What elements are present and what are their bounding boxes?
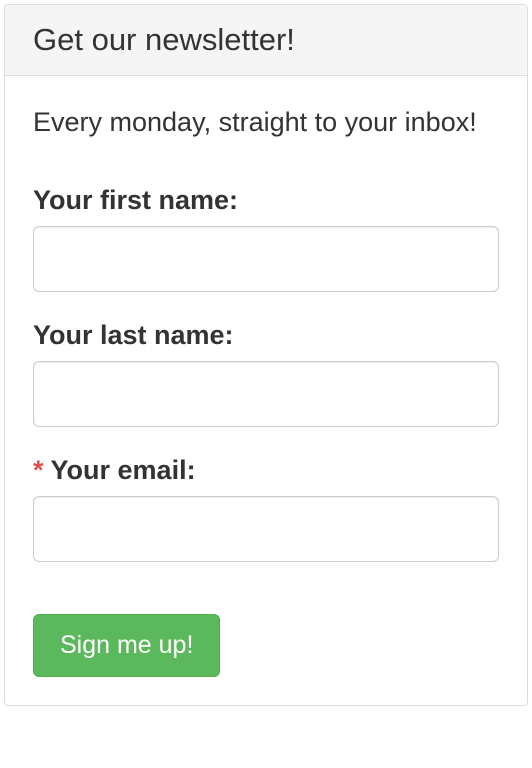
email-label-text: Your email: — [51, 455, 196, 485]
last-name-input[interactable] — [33, 361, 499, 427]
last-name-group: Your last name: — [33, 320, 499, 427]
email-label: * Your email: — [33, 455, 499, 486]
panel-subtitle: Every monday, straight to your inbox! — [33, 104, 499, 140]
newsletter-panel: Get our newsletter! Every monday, straig… — [4, 4, 528, 706]
email-input[interactable] — [33, 496, 499, 562]
panel-heading: Get our newsletter! — [5, 5, 527, 76]
required-asterisk: * — [33, 455, 44, 485]
email-group: * Your email: — [33, 455, 499, 562]
last-name-label: Your last name: — [33, 320, 499, 351]
first-name-group: Your first name: — [33, 185, 499, 292]
panel-body: Every monday, straight to your inbox! Yo… — [5, 76, 527, 705]
first-name-label: Your first name: — [33, 185, 499, 216]
submit-button[interactable]: Sign me up! — [33, 614, 220, 677]
panel-title: Get our newsletter! — [33, 23, 499, 57]
submit-wrap: Sign me up! — [33, 614, 499, 677]
first-name-input[interactable] — [33, 226, 499, 292]
